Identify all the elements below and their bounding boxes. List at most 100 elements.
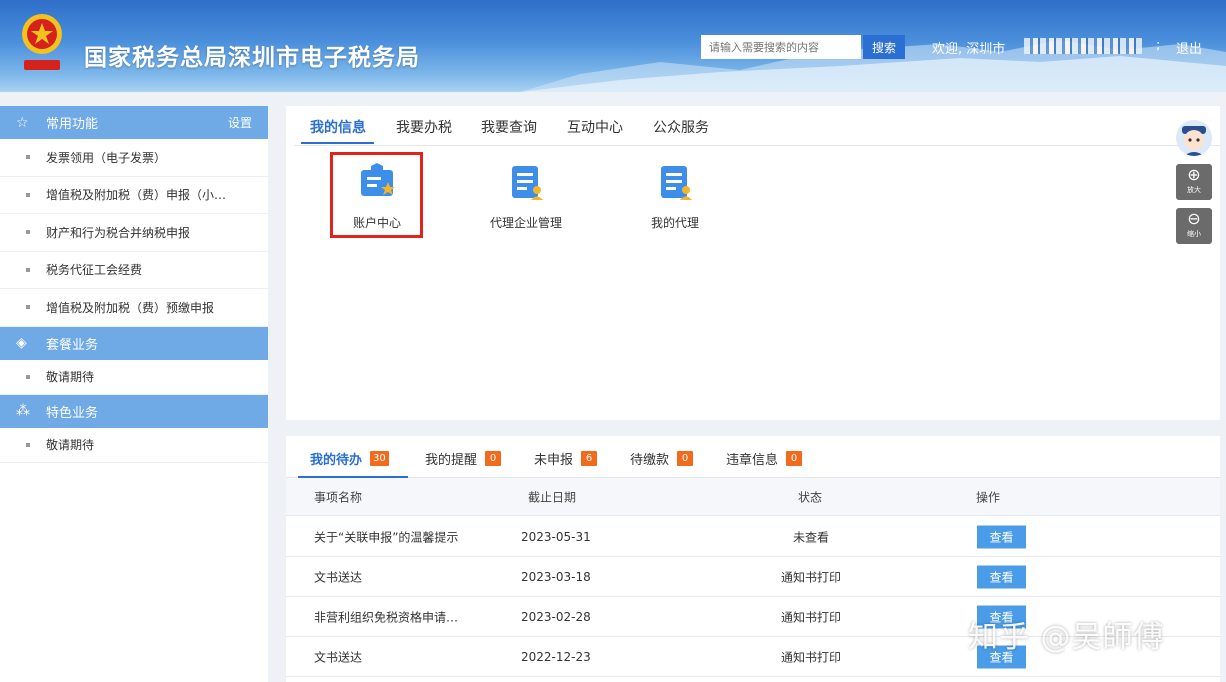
tab-violations[interactable]: 违章信息 0 — [726, 449, 803, 468]
tab-my-reminders[interactable]: 我的提醒 0 — [425, 449, 502, 468]
zoom-out-icon: ⊖ — [1187, 209, 1201, 228]
sidebar-item-label: 增值税及附加税（费）预缴申报 — [46, 300, 215, 315]
search-input[interactable] — [701, 35, 861, 59]
table-row: 文书送达 2023-03-18 通知书打印 查看 — [286, 557, 1220, 597]
row-date: 2023-05-31 — [521, 529, 591, 544]
view-button[interactable]: 查看 — [977, 525, 1026, 548]
bullet-icon — [26, 230, 30, 235]
agent-enterprise-icon — [506, 162, 546, 202]
col-header-status: 状态 — [798, 490, 823, 504]
header-separator: ; — [1156, 38, 1161, 53]
tab-undeclared[interactable]: 未申报 6 — [534, 449, 598, 468]
tab-label: 未申报 — [534, 453, 574, 468]
tab-my-info[interactable]: 我的信息 — [310, 117, 366, 137]
sidebar-item-invoice[interactable]: 发票领用（电子发票） — [0, 139, 268, 177]
tab-tax-handling[interactable]: 我要办税 — [396, 117, 452, 137]
zoom-in-label: 放大 — [1187, 186, 1201, 194]
bullet-icon — [26, 192, 30, 197]
bullet-icon — [26, 155, 30, 160]
logout-link[interactable]: 退出 — [1176, 38, 1202, 57]
zoom-in-icon: ⊕ — [1187, 165, 1201, 184]
blurred-username — [1024, 38, 1142, 54]
count-badge: 30 — [370, 451, 389, 466]
view-button[interactable]: 查看 — [977, 565, 1026, 588]
sidebar-item-label: 敬请期待 — [46, 370, 95, 384]
sidebar-item-vat-declare[interactable]: 增值税及附加税（费）申报（小… — [0, 177, 268, 214]
settings-link[interactable]: 设置 — [228, 114, 252, 131]
tab-label: 我的待办 — [310, 453, 363, 468]
bullet-icon — [26, 442, 30, 447]
sidebar-group-feature[interactable]: ⁂ 特色业务 — [0, 394, 268, 428]
layers-icon: ◈ — [16, 335, 27, 351]
app-label: 代理企业管理 — [489, 216, 562, 230]
zoom-in-button[interactable]: ⊕ 放大 — [1176, 164, 1212, 200]
zoom-out-button[interactable]: ⊖ 缩小 — [1176, 208, 1212, 244]
sidebar-item-label: 敬请期待 — [46, 438, 95, 452]
sidebar-group-title: 特色业务 — [46, 405, 99, 421]
tab-interaction[interactable]: 互动中心 — [567, 117, 623, 137]
my-agent-icon — [655, 162, 695, 202]
sidebar-item-union-fee[interactable]: 税务代征工会经费 — [0, 252, 268, 289]
tab-label: 我的提醒 — [425, 453, 478, 468]
zoom-out-label: 缩小 — [1187, 230, 1201, 238]
sidebar-group-package[interactable]: ◈ 套餐业务 — [0, 326, 268, 360]
sidebar-item-label: 发票领用（电子发票） — [46, 150, 167, 165]
row-date: 2023-02-28 — [521, 609, 591, 624]
row-status: 通知书打印 — [781, 650, 842, 664]
active-tab-indicator — [301, 142, 374, 144]
todo-tabs: 我的待办 30 我的提醒 0 未申报 6 待缴款 0 违章信息 0 — [286, 436, 1220, 478]
agent-enterprise-app[interactable]: 代理企业管理 — [476, 158, 576, 231]
col-header-name: 事项名称 — [314, 490, 363, 504]
bullet-icon — [26, 374, 30, 379]
sidebar-item-label: 财产和行为税合并纳税申报 — [46, 225, 191, 240]
site-header: 国家税务总局深圳市电子税务局 搜索 欢迎, 深圳市 ; 退出 — [0, 0, 1226, 92]
row-name: 文书送达 — [314, 570, 363, 584]
bullet-icon — [26, 267, 30, 272]
assistant-avatar-icon[interactable] — [1176, 120, 1212, 156]
row-date: 2023-03-18 — [521, 569, 591, 584]
bullet-icon — [26, 305, 30, 310]
sidebar-item-coming-soon[interactable]: 敬请期待 — [0, 428, 268, 463]
sidebar-item-coming-soon[interactable]: 敬请期待 — [0, 360, 268, 395]
count-badge: 0 — [485, 451, 502, 466]
tab-public-service[interactable]: 公众服务 — [653, 117, 709, 137]
tab-query[interactable]: 我要查询 — [481, 117, 537, 137]
row-name: 文书送达 — [314, 650, 363, 664]
my-agent-app[interactable]: 我的代理 — [625, 158, 725, 231]
highlight-box — [330, 152, 423, 238]
col-header-action: 操作 — [976, 490, 1001, 504]
table-header: 事项名称 截止日期 状态 操作 — [286, 478, 1220, 516]
search-button[interactable]: 搜索 — [863, 35, 905, 59]
sidebar: ☆ 常用功能 设置 发票领用（电子发票） 增值税及附加税（费）申报（小… 财产和… — [0, 106, 268, 682]
sidebar-item-property-tax[interactable]: 财产和行为税合并纳税申报 — [0, 214, 268, 252]
row-name: 关于“关联申报”的温馨提示 — [314, 530, 459, 544]
tax-emblem-logo — [22, 14, 62, 70]
app-label: 我的代理 — [650, 216, 699, 230]
sidebar-group-common[interactable]: ☆ 常用功能 设置 — [0, 106, 268, 139]
count-badge: 0 — [786, 451, 803, 466]
my-info-panel: 我的信息 我要办税 我要查询 互动中心 公众服务 账户中心 代理企业管理 我的代… — [286, 106, 1220, 420]
welcome-text: 欢迎, 深圳市 — [932, 42, 1006, 57]
row-name: 非营利组织免税资格申请… — [314, 610, 459, 624]
watermark: 知乎 @吴師傅 — [968, 620, 1165, 655]
main-tabs: 我的信息 我要办税 我要查询 互动中心 公众服务 — [294, 106, 1220, 146]
row-status: 未查看 — [793, 530, 830, 544]
row-status: 通知书打印 — [781, 610, 842, 624]
tab-my-todo[interactable]: 我的待办 30 — [310, 449, 389, 468]
sidebar-group-title: 常用功能 — [46, 117, 99, 132]
star-icon: ☆ — [16, 114, 29, 131]
row-date: 2022-12-23 — [521, 649, 591, 664]
col-header-date: 截止日期 — [528, 490, 577, 504]
tab-label: 待缴款 — [630, 453, 670, 468]
site-title: 国家税务总局深圳市电子税务局 — [84, 45, 420, 71]
tab-label: 违章信息 — [726, 453, 779, 468]
sidebar-group-title: 套餐业务 — [46, 337, 99, 353]
sidebar-item-label: 税务代征工会经费 — [46, 263, 143, 278]
row-status: 通知书打印 — [781, 570, 842, 584]
count-badge: 0 — [677, 451, 694, 466]
table-row: 关于“关联申报”的温馨提示 2023-05-31 未查看 查看 — [286, 517, 1220, 557]
count-badge: 6 — [581, 451, 598, 466]
tab-pending-payment[interactable]: 待缴款 0 — [630, 449, 694, 468]
side-tools: ⊕ 放大 ⊖ 缩小 — [1176, 120, 1212, 244]
sidebar-item-vat-prepay[interactable]: 增值税及附加税（费）预缴申报 — [0, 289, 268, 327]
